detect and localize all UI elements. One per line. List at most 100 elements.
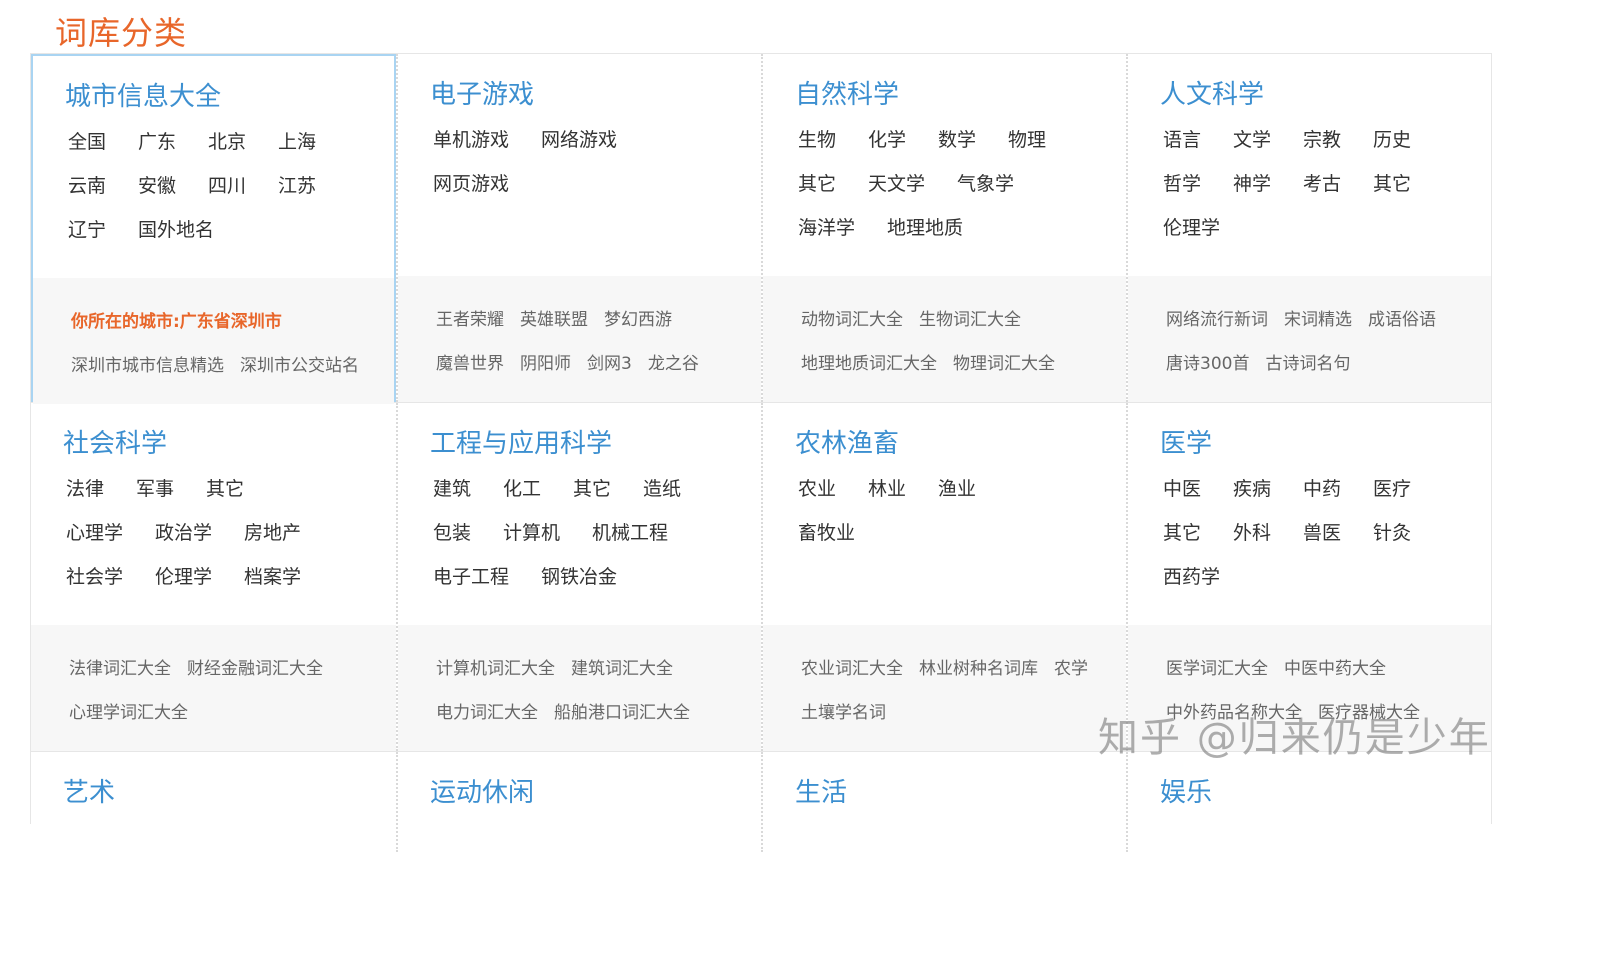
- category-title-link[interactable]: 自然科学: [795, 74, 899, 111]
- category-title-link[interactable]: 工程与应用科学: [430, 423, 612, 460]
- subcategory-link[interactable]: 单机游戏: [433, 126, 509, 154]
- dictionary-link[interactable]: 宋词精选: [1284, 306, 1352, 334]
- category-title-link[interactable]: 运动休闲: [430, 772, 534, 809]
- dictionary-link[interactable]: 龙之谷: [648, 350, 699, 378]
- subcategory-link[interactable]: 社会学: [66, 563, 123, 591]
- dictionary-link[interactable]: 地理地质词汇大全: [801, 350, 937, 378]
- category-title-link[interactable]: 艺术: [63, 772, 115, 809]
- subcategory-link[interactable]: 心理学: [66, 519, 123, 547]
- dictionary-link[interactable]: 物理词汇大全: [953, 350, 1055, 378]
- subcategory-link[interactable]: 中药: [1303, 475, 1341, 503]
- subcategory-link[interactable]: 宗教: [1303, 126, 1341, 154]
- dictionary-link[interactable]: 阴阳师: [520, 350, 571, 378]
- subcategory-link[interactable]: 档案学: [244, 563, 301, 591]
- category-title-link[interactable]: 城市信息大全: [65, 76, 221, 113]
- subcategory-link[interactable]: 畜牧业: [798, 519, 855, 547]
- dictionary-link[interactable]: 法律词汇大全: [69, 655, 171, 683]
- dictionary-link[interactable]: 梦幻西游: [604, 306, 672, 334]
- subcategory-link[interactable]: 语言: [1163, 126, 1201, 154]
- category-title-link[interactable]: 农林渔畜: [795, 423, 899, 460]
- dictionary-link[interactable]: 深圳市城市信息精选: [71, 352, 224, 380]
- subcategory-link[interactable]: 生物: [798, 126, 836, 154]
- dictionary-link[interactable]: 生物词汇大全: [919, 306, 1021, 334]
- subcategory-link[interactable]: 农业: [798, 475, 836, 503]
- subcategory-link[interactable]: 其它: [1373, 170, 1411, 198]
- subcategory-link[interactable]: 伦理学: [1163, 214, 1220, 242]
- dictionary-link[interactable]: 中医中药大全: [1284, 655, 1386, 683]
- subcategory-link[interactable]: 江苏: [278, 172, 316, 200]
- subcategory-link[interactable]: 四川: [208, 172, 246, 200]
- subcategory-link[interactable]: 其它: [206, 475, 244, 503]
- dictionary-link[interactable]: 农业词汇大全: [801, 655, 903, 683]
- subcategory-link[interactable]: 神学: [1233, 170, 1271, 198]
- subcategory-link[interactable]: 化学: [868, 126, 906, 154]
- dictionary-link[interactable]: 农学: [1054, 655, 1088, 683]
- subcategory-link[interactable]: 海洋学: [798, 214, 855, 242]
- subcategory-link[interactable]: 文学: [1233, 126, 1271, 154]
- dictionary-link[interactable]: 林业树种名词库: [919, 655, 1038, 683]
- subcategory-link[interactable]: 物理: [1008, 126, 1046, 154]
- dictionary-link[interactable]: 深圳市公交站名: [240, 352, 359, 380]
- category-title-link[interactable]: 电子游戏: [430, 74, 534, 111]
- subcategory-link[interactable]: 法律: [66, 475, 104, 503]
- category-title-link[interactable]: 医学: [1160, 423, 1212, 460]
- subcategory-link[interactable]: 造纸: [643, 475, 681, 503]
- subcategory-link[interactable]: 气象学: [957, 170, 1014, 198]
- subcategory-link[interactable]: 网页游戏: [433, 170, 509, 198]
- subcategory-link[interactable]: 中医: [1163, 475, 1201, 503]
- dictionary-link[interactable]: 成语俗语: [1368, 306, 1436, 334]
- subcategory-link[interactable]: 房地产: [244, 519, 301, 547]
- dictionary-link[interactable]: 心理学词汇大全: [69, 699, 188, 727]
- dictionary-link[interactable]: 电力词汇大全: [436, 699, 538, 727]
- subcategory-link[interactable]: 医疗: [1373, 475, 1411, 503]
- subcategory-link[interactable]: 其它: [798, 170, 836, 198]
- subcategory-link[interactable]: 云南: [68, 172, 106, 200]
- subcategory-link[interactable]: 数学: [938, 126, 976, 154]
- dictionary-link[interactable]: 英雄联盟: [520, 306, 588, 334]
- subcategory-link[interactable]: 全国: [68, 128, 106, 156]
- subcategory-link[interactable]: 渔业: [938, 475, 976, 503]
- category-title-link[interactable]: 社会科学: [63, 423, 167, 460]
- dictionary-link[interactable]: 医学词汇大全: [1166, 655, 1268, 683]
- subcategory-link[interactable]: 其它: [1163, 519, 1201, 547]
- subcategory-link[interactable]: 包装: [433, 519, 471, 547]
- subcategory-link[interactable]: 天文学: [868, 170, 925, 198]
- subcategory-link[interactable]: 电子工程: [433, 563, 509, 591]
- subcategory-link[interactable]: 疾病: [1233, 475, 1271, 503]
- category-title-link[interactable]: 人文科学: [1160, 74, 1264, 111]
- subcategory-link[interactable]: 机械工程: [592, 519, 668, 547]
- subcategory-link[interactable]: 上海: [278, 128, 316, 156]
- subcategory-link[interactable]: 北京: [208, 128, 246, 156]
- dictionary-link[interactable]: 土壤学名词: [801, 699, 886, 727]
- subcategory-link[interactable]: 化工: [503, 475, 541, 503]
- subcategory-link[interactable]: 安徽: [138, 172, 176, 200]
- subcategory-link[interactable]: 林业: [868, 475, 906, 503]
- subcategory-link[interactable]: 地理地质: [887, 214, 963, 242]
- dictionary-link[interactable]: 船舶港口词汇大全: [554, 699, 690, 727]
- dictionary-link[interactable]: 古诗词名句: [1265, 350, 1350, 378]
- dictionary-link[interactable]: 王者荣耀: [436, 306, 504, 334]
- subcategory-link[interactable]: 建筑: [433, 475, 471, 503]
- subcategory-link[interactable]: 历史: [1373, 126, 1411, 154]
- subcategory-link[interactable]: 计算机: [503, 519, 560, 547]
- subcategory-link[interactable]: 考古: [1303, 170, 1341, 198]
- dictionary-link[interactable]: 网络流行新词: [1166, 306, 1268, 334]
- dictionary-link[interactable]: 财经金融词汇大全: [187, 655, 323, 683]
- subcategory-link[interactable]: 辽宁: [68, 216, 106, 244]
- subcategory-link[interactable]: 哲学: [1163, 170, 1201, 198]
- subcategory-link[interactable]: 钢铁冶金: [541, 563, 617, 591]
- subcategory-link[interactable]: 广东: [138, 128, 176, 156]
- subcategory-link[interactable]: 国外地名: [138, 216, 214, 244]
- category-title-link[interactable]: 娱乐: [1160, 772, 1212, 809]
- subcategory-link[interactable]: 西药学: [1163, 563, 1220, 591]
- dictionary-link[interactable]: 计算机词汇大全: [436, 655, 555, 683]
- subcategory-link[interactable]: 外科: [1233, 519, 1271, 547]
- subcategory-link[interactable]: 伦理学: [155, 563, 212, 591]
- dictionary-link[interactable]: 唐诗300首: [1166, 350, 1249, 378]
- dictionary-link[interactable]: 建筑词汇大全: [571, 655, 673, 683]
- subcategory-link[interactable]: 网络游戏: [541, 126, 617, 154]
- subcategory-link[interactable]: 军事: [136, 475, 174, 503]
- subcategory-link[interactable]: 针灸: [1373, 519, 1411, 547]
- dictionary-link[interactable]: 剑网3: [587, 350, 632, 378]
- subcategory-link[interactable]: 兽医: [1303, 519, 1341, 547]
